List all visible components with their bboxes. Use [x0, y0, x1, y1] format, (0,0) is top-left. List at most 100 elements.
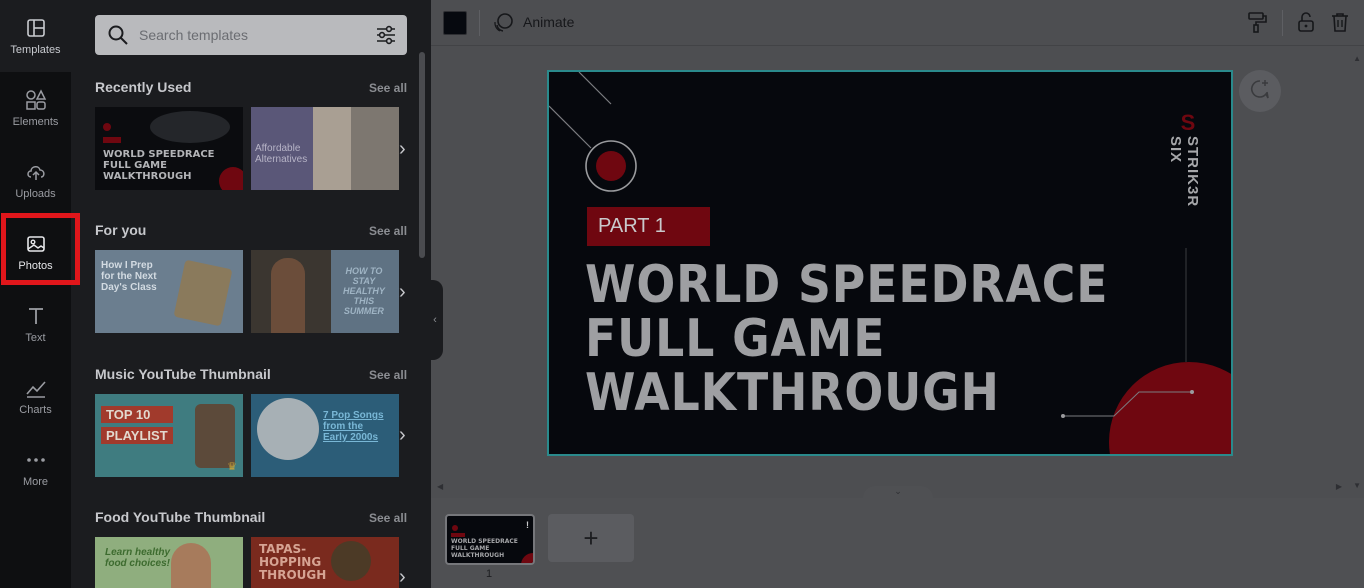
see-all-recently-used[interactable]: See all — [369, 81, 407, 95]
moon-image — [257, 398, 319, 460]
card-title: Learn healthy food choices! — [105, 547, 170, 569]
rail-label-elements: Elements — [12, 115, 59, 128]
chevron-right-icon[interactable]: › — [399, 282, 411, 302]
card-line: THIS — [353, 296, 375, 306]
section-title-music-youtube-thumbnail: Music YouTube Thumbnail — [95, 366, 271, 382]
card-line: HEALTHY — [343, 286, 385, 296]
brand-name: STRIK3R SIX — [1167, 136, 1201, 208]
phone-image — [195, 404, 235, 468]
headline-line: WORLD SPEEDRACE — [585, 255, 1109, 315]
see-all-for-you[interactable]: See all — [369, 224, 407, 238]
rail-item-uploads[interactable]: Uploads — [0, 144, 71, 216]
food-image — [331, 541, 371, 581]
app-root: Templates Elements Uploads Photos Text C… — [0, 0, 1364, 588]
warning-mark-icon: ! — [526, 520, 529, 530]
design-slide[interactable]: PART 1 WORLD SPEEDRACE FULL GAME WALKTHR… — [547, 70, 1233, 456]
part-label[interactable]: PART 1 — [587, 207, 710, 246]
chevron-right-icon[interactable]: › — [399, 139, 411, 159]
editor-area: Animate PART 1 WORLD SPEEDRACE FULL GAME… — [431, 0, 1364, 588]
notebook-image — [173, 259, 233, 327]
page-thumbnail[interactable]: WORLD SPEEDRACE FULL GAME WALKTHROUGH ! — [445, 514, 535, 565]
template-card[interactable]: HOW TO STAY HEALTHY THIS SUMMER — [251, 250, 399, 333]
headline-line: WALKTHROUGH — [585, 363, 1000, 423]
search-input[interactable] — [139, 27, 359, 43]
card-line: THROUGH — [259, 568, 327, 582]
scroll-right-icon[interactable]: ▶ — [1336, 482, 1342, 491]
card-line: from the — [323, 421, 363, 432]
add-page-button[interactable]: + — [548, 514, 634, 562]
card-title: TAPAS- HOPPING THROUGH — [259, 543, 326, 582]
card-line: TOP 10 — [101, 406, 173, 423]
rail-item-text[interactable]: Text — [0, 288, 71, 360]
thumb-line: WORLD SPEEDRACE — [451, 538, 518, 545]
rail-item-charts[interactable]: Charts — [0, 360, 71, 432]
card-title: WORLD SPEEDRACE FULL GAME WALKTHROUGH — [103, 149, 215, 182]
section-title-for-you: For you — [95, 222, 147, 238]
template-card[interactable]: WORLD SPEEDRACE FULL GAME WALKTHROUGH — [95, 107, 243, 190]
card-title: TOP 10 PLAYLIST — [101, 406, 173, 444]
headline-line: FULL GAME — [585, 309, 886, 369]
trash-icon[interactable] — [1329, 11, 1351, 33]
brand-block[interactable]: S STRIK3R SIX — [1167, 110, 1201, 230]
side-rail: Templates Elements Uploads Photos Text C… — [0, 0, 71, 588]
thumb-line: WALKTHROUGH — [451, 552, 505, 559]
more-icon — [25, 449, 47, 471]
color-swatch[interactable] — [443, 11, 467, 35]
templates-panel: Recently Used See all WORLD SPEEDRACE FU… — [71, 0, 431, 588]
pages-toggle[interactable]: ⌄ — [863, 486, 933, 498]
card-line: Learn healthy — [105, 547, 171, 558]
search-bar[interactable] — [95, 15, 407, 55]
see-all-food-youtube-thumbnail[interactable]: See all — [369, 511, 407, 525]
chevron-left-icon: ‹ — [433, 314, 437, 326]
template-card[interactable]: How I Prep for the Next Day's Class — [95, 250, 243, 333]
card-line: WALKTHROUGH — [103, 171, 192, 182]
animate-button[interactable]: Animate — [493, 11, 574, 33]
card-line: STAY — [352, 276, 376, 286]
paint-roller-icon[interactable] — [1246, 11, 1268, 33]
filter-icon[interactable] — [375, 24, 397, 46]
see-all-music-youtube-thumbnail[interactable]: See all — [369, 368, 407, 382]
text-icon — [25, 305, 47, 327]
template-card[interactable]: 7 Pop Songs from the Early 2000s — [251, 394, 399, 477]
slide-headline[interactable]: WORLD SPEEDRACE FULL GAME WALKTHROUGH — [585, 258, 1108, 420]
section-title-recently-used: Recently Used — [95, 79, 192, 95]
rail-label-more: More — [22, 475, 49, 488]
upload-icon — [25, 161, 47, 183]
card-line: WORLD SPEEDRACE — [103, 149, 215, 160]
card-line: Early 2000s — [323, 432, 379, 443]
animate-icon — [493, 11, 515, 33]
rail-label-templates: Templates — [10, 43, 61, 56]
scroll-up-icon[interactable]: ▲ — [1353, 54, 1361, 63]
card-title: Affordable Alternatives — [255, 143, 307, 165]
editor-toolbar: Animate — [431, 0, 1364, 46]
chevron-right-icon[interactable]: › — [399, 567, 411, 587]
vertical-scrollbar[interactable]: ▲ ▼ — [1350, 46, 1364, 498]
card-line: How I Prep — [101, 260, 153, 271]
elements-icon — [25, 88, 47, 111]
scroll-left-icon[interactable]: ◀ — [437, 482, 443, 491]
card-line: HOW TO — [345, 266, 383, 276]
card-title: How I Prep for the Next Day's Class — [101, 260, 157, 293]
chevron-down-icon: ⌄ — [894, 486, 902, 496]
template-card[interactable]: Affordable Alternatives — [251, 107, 399, 190]
add-comment-button[interactable] — [1239, 70, 1281, 112]
template-card[interactable]: TAPAS- HOPPING THROUGH — [251, 537, 399, 588]
portrait-image — [351, 107, 399, 190]
thumb-title: WORLD SPEEDRACE FULL GAME WALKTHROUGH — [451, 538, 518, 559]
chevron-right-icon[interactable]: › — [399, 425, 411, 445]
child-image — [171, 543, 211, 588]
templates-icon — [25, 17, 47, 39]
panel-scrollbar[interactable] — [419, 52, 425, 258]
rail-label-charts: Charts — [19, 403, 52, 416]
card-title: HOW TO STAY HEALTHY THIS SUMMER — [343, 266, 385, 316]
template-card[interactable]: TOP 10 PLAYLIST ♛ — [95, 394, 243, 477]
brand-logo: S — [1180, 110, 1196, 135]
rail-item-more[interactable]: More — [0, 432, 71, 504]
card-line: SUMMER — [343, 306, 384, 316]
section-title-food-youtube-thumbnail: Food YouTube Thumbnail — [95, 509, 266, 525]
template-card[interactable]: Learn healthy food choices! — [95, 537, 243, 588]
lock-icon[interactable] — [1295, 11, 1317, 33]
collapse-panel-button[interactable]: ‹ — [427, 280, 443, 360]
rail-item-templates[interactable]: Templates — [0, 0, 71, 72]
rail-item-elements[interactable]: Elements — [0, 72, 71, 144]
